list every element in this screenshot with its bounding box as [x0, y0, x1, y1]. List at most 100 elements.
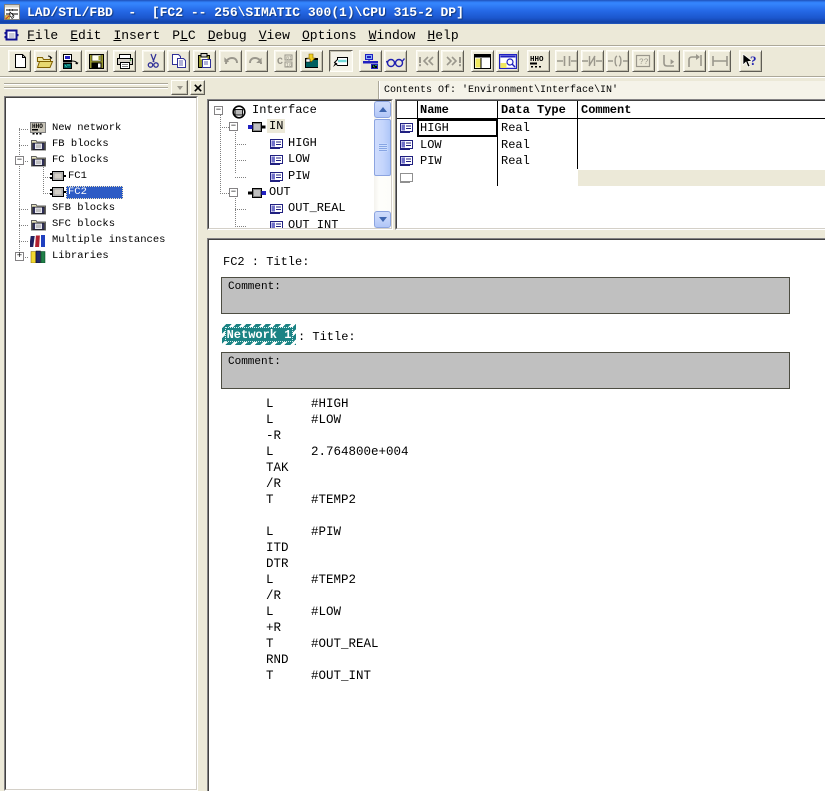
- scroll-up-button[interactable]: [374, 101, 391, 118]
- interface-item-out_real[interactable]: OUT_REAL: [286, 201, 348, 215]
- program-structure-button[interactable]: [359, 50, 382, 72]
- scrollbar-thumb[interactable]: [374, 119, 391, 176]
- interface-item-interface[interactable]: Interface: [250, 103, 319, 117]
- overview-item-label[interactable]: FC1: [66, 170, 89, 183]
- code-editor[interactable]: FC2 : Title: Comment: Network 1 : Title:…: [208, 239, 825, 791]
- menu-edit[interactable]: Edit: [64, 26, 107, 45]
- menu-debug[interactable]: Debug: [202, 26, 253, 45]
- expander-minus-icon[interactable]: −: [15, 156, 24, 165]
- table-row[interactable]: [397, 170, 825, 186]
- save-button[interactable]: [85, 50, 108, 72]
- interface-item-in[interactable]: IN: [267, 119, 285, 133]
- cell-name[interactable]: PIW: [420, 154, 442, 168]
- expander-minus-icon[interactable]: −: [214, 106, 223, 115]
- menu-plc[interactable]: PLC: [166, 26, 201, 45]
- coil-icon: [608, 54, 628, 68]
- overview-grip[interactable]: [4, 83, 168, 89]
- overview-item-label[interactable]: FC blocks: [50, 154, 111, 167]
- books-icon: [30, 250, 46, 263]
- network-comment-box[interactable]: Comment:: [221, 352, 790, 389]
- detail-view-button[interactable]: [496, 50, 519, 72]
- paste-button[interactable]: [193, 50, 216, 72]
- new-icon: [12, 53, 28, 69]
- cell-data-type[interactable]: Real: [501, 154, 530, 168]
- next-error-button: [441, 50, 464, 72]
- overview-item-label[interactable]: Multiple instances: [50, 234, 167, 247]
- interface-pane: Contents Of: 'Environment\Interface\IN' …: [207, 78, 825, 238]
- cut-button[interactable]: [142, 50, 165, 72]
- overview-item-label[interactable]: FB blocks: [50, 138, 111, 151]
- stl-code[interactable]: L #HIGH L #LOW -R L 2.764800e+004 TAK /R…: [266, 396, 409, 684]
- close-branch-button: [683, 50, 706, 72]
- overview-tree-panel: HHONew networkFB blocks−FC blocksFC1FC2S…: [4, 96, 198, 791]
- cut-icon: [147, 53, 160, 69]
- copy-button[interactable]: [167, 50, 190, 72]
- table-row[interactable]: HIGHReal: [397, 120, 825, 136]
- document-window-icon[interactable]: [4, 29, 19, 42]
- overview-tree: HHONew networkFB blocks−FC blocksFC1FC2S…: [6, 98, 196, 789]
- menu-insert[interactable]: Insert: [107, 26, 166, 45]
- expander-plus-icon[interactable]: +: [15, 252, 24, 261]
- download-button[interactable]: [59, 50, 82, 72]
- cell-name[interactable]: LOW: [420, 138, 442, 152]
- symbolic-address-button[interactable]: [329, 50, 353, 72]
- new-button[interactable]: [8, 50, 31, 72]
- interface-item-piw[interactable]: PIW: [286, 169, 312, 183]
- interface-table-panel: Name Data Type Comment HIGHReal LOW Real PIW Re…: [395, 99, 825, 230]
- network-title: : Title:: [298, 330, 356, 344]
- print-button[interactable]: [113, 50, 136, 72]
- overview-pane: HHONew networkFB blocks−FC blocksFC1FC2S…: [0, 78, 207, 791]
- overview-dropdown-button[interactable]: [171, 80, 188, 95]
- help-button[interactable]: ?: [739, 50, 762, 72]
- overview-item-label[interactable]: FC2: [66, 186, 123, 199]
- svg-text:10: 10: [286, 63, 292, 69]
- menu-file[interactable]: File: [21, 26, 64, 45]
- folder-icon: [30, 154, 47, 167]
- contact-nc-icon: [582, 54, 602, 68]
- column-header-comment[interactable]: Comment: [581, 103, 631, 117]
- save-icon: [89, 54, 104, 69]
- menu-view[interactable]: View: [253, 26, 296, 45]
- expander-minus-icon[interactable]: −: [229, 122, 238, 131]
- in-plug-icon: [248, 121, 266, 133]
- overview-toggle-button[interactable]: [471, 50, 494, 72]
- empty-comment-cell: [578, 170, 825, 186]
- fc-chip-icon: [50, 170, 66, 182]
- overview-close-button[interactable]: [190, 80, 205, 95]
- expander-minus-icon[interactable]: −: [229, 188, 238, 197]
- block-comment-box[interactable]: Comment:: [221, 277, 790, 314]
- network-chip[interactable]: Network 1: [222, 324, 296, 345]
- open-icon: [36, 54, 54, 69]
- column-header-data-type[interactable]: Data Type: [501, 103, 566, 117]
- interface-tree-scrollbar[interactable]: [374, 101, 391, 228]
- overview-item-label[interactable]: SFB blocks: [50, 202, 117, 215]
- table-row[interactable]: PIW Real: [397, 153, 825, 169]
- menu-window[interactable]: Window: [363, 26, 422, 45]
- download-to-plc-button[interactable]: [300, 50, 323, 72]
- decl-icon: [399, 155, 414, 166]
- table-row[interactable]: LOW Real: [397, 137, 825, 153]
- cell-data-type[interactable]: Real: [501, 121, 530, 135]
- overview-item-label[interactable]: New network: [50, 122, 123, 135]
- interface-item-out[interactable]: OUT: [267, 185, 293, 199]
- scroll-down-button[interactable]: [374, 211, 391, 228]
- chevron-up-icon: [379, 107, 387, 112]
- empty-box-button: ??: [632, 50, 655, 72]
- monitor-button[interactable]: [384, 50, 407, 72]
- open-button[interactable]: [34, 50, 57, 72]
- menu-options[interactable]: Options: [296, 26, 363, 45]
- interface-item-out_int[interactable]: OUT_INT: [286, 218, 340, 229]
- decl-icon: [269, 171, 284, 182]
- new-network-button[interactable]: HHO: [527, 50, 550, 72]
- menu-help[interactable]: Help: [421, 26, 464, 45]
- interface-item-high[interactable]: HIGH: [286, 136, 319, 150]
- column-header-name[interactable]: Name: [420, 103, 449, 117]
- chevron-down-icon: [379, 217, 387, 222]
- interface-item-low[interactable]: LOW: [286, 152, 312, 166]
- cell-data-type[interactable]: Real: [501, 138, 530, 152]
- overview-item-label[interactable]: Libraries: [50, 250, 111, 263]
- overview-item-label[interactable]: SFC blocks: [50, 218, 117, 231]
- declaration-table: Name Data Type Comment HIGHReal LOW Real PIW Re…: [396, 100, 825, 229]
- insert-network-icon: [711, 54, 729, 68]
- close-icon: [194, 84, 202, 92]
